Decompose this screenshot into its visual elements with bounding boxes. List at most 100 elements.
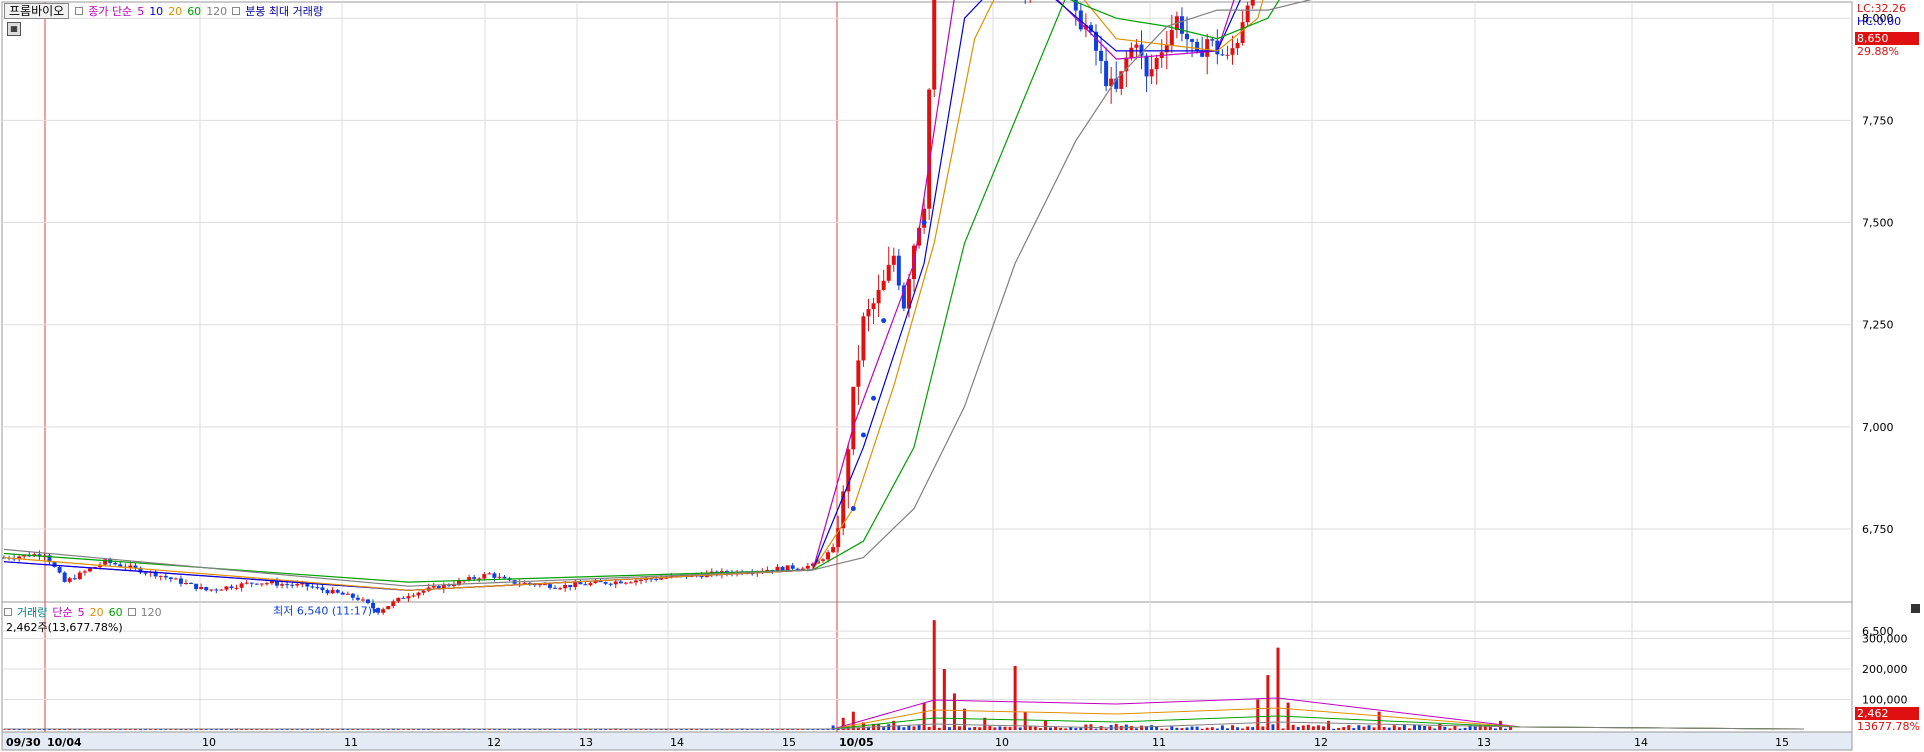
price-checkbox-icon[interactable] [75,7,84,15]
volume-spike-bar [932,620,936,730]
candle-body [143,572,148,574]
volume-bar [1251,727,1255,730]
volume-bar [973,726,977,730]
volume-bar [1003,726,1007,730]
candle-body [52,562,57,567]
volume-bar [1033,726,1037,730]
volume-bar [290,729,294,730]
change-pct-label: 29.88% [1857,45,1899,58]
x-tick-label: 11 [344,736,358,749]
volume-spike-bar [1327,720,1331,730]
x-tick-label: 10/04 [47,736,82,749]
x-tick-label: 12 [487,736,501,749]
candle-body [891,255,896,265]
volume-bar [1311,726,1315,730]
candle-body [72,578,77,580]
candle-body [295,583,300,586]
candle-body [113,562,118,565]
stock-name[interactable]: 프롬바이오 [4,3,70,19]
volume-bar [1190,726,1194,730]
volume-legend-item[interactable]: 거래량 [17,604,47,620]
volume-bar [1241,728,1245,730]
candle-body [639,579,643,581]
candle-body [310,586,315,588]
price-legend-item[interactable]: 60 [187,5,201,18]
volume-legend-item[interactable]: 120 [141,606,162,619]
panel-resize-button[interactable] [1911,604,1920,613]
price-legend-item[interactable]: 5 [137,5,144,18]
y-tick-label: 7,500 [1862,217,1894,230]
candle-body [1129,47,1134,58]
volume-bar [1352,728,1356,730]
price-legend-item[interactable]: 10 [149,5,163,18]
candle-body [1230,48,1235,55]
volume-legend-item[interactable]: 단순 [52,604,72,620]
grid-tool-icon[interactable]: ▦ [7,22,21,36]
volume-checkbox-icon[interactable] [127,608,136,616]
volume-bar [1064,728,1068,730]
candle-body [285,584,290,586]
candle-body [1149,69,1154,77]
volume-bar [179,729,183,730]
price-legend-item[interactable]: 20 [168,5,182,18]
x-tick-label: 15 [1775,736,1789,749]
price-legend-item[interactable]: 종가 단순 [88,3,132,19]
volume-bar [993,727,997,730]
candle-body [1185,33,1189,40]
volume-bar [1074,728,1078,730]
candle-body [1179,16,1184,34]
candle-body [350,593,355,598]
candle-body [416,592,421,596]
candle-body [1144,55,1149,77]
volume-bar [1059,727,1063,730]
candle-body [330,589,335,594]
volume-bar [1236,727,1240,730]
volume-bar [1291,724,1295,730]
volume-bar [1210,727,1214,730]
volume-legend-item[interactable]: 5 [78,606,85,619]
price-checkbox-icon[interactable] [232,7,241,15]
volume-legend-item[interactable]: 20 [90,606,104,619]
candle-body [558,588,563,590]
candle-body [300,583,305,585]
y-tick-label: 7,750 [1862,114,1894,127]
candle-body [87,568,92,572]
candle-body [613,581,618,585]
volume-bar [1175,727,1179,730]
y-tick-label: 6,750 [1862,523,1894,536]
volume-bar [1428,726,1432,730]
volume-bar [968,727,972,730]
volume-bar [1271,724,1275,730]
price-legend-item[interactable]: 분봉 최대 거래량 [245,3,323,19]
volume-info: 2,462주(13,677.78%) [6,621,123,634]
signal-dot [921,220,927,226]
volume-bar [1195,726,1199,730]
candle-body [133,565,138,568]
candle-body [1104,60,1109,87]
volume-bar [1129,725,1133,730]
x-tick-label: 15 [782,736,796,749]
volume-y-tick-label: 100,000 [1862,694,1908,707]
candle-body [623,582,628,584]
volume-y-tick-label: 200,000 [1862,663,1908,676]
volume-bar [543,729,547,730]
candle-body [886,264,891,281]
volume-y-tick-label: 300,000 [1862,633,1908,646]
volume-bar [1418,725,1422,730]
volume-bar [927,726,931,730]
candle-body [492,573,497,578]
volume-bar [882,727,886,730]
volume-checkbox-icon[interactable] [4,608,12,616]
candle-body [856,360,861,387]
candle-body [1134,44,1139,48]
candle-body [391,601,396,607]
candle-body [568,584,573,588]
candle-body [269,581,274,584]
volume-bar [1483,726,1487,730]
candle-body [876,289,881,304]
candle-body [335,589,340,593]
volume-legend-item[interactable]: 60 [109,606,123,619]
volume-bar [902,727,906,730]
volume-bar [1473,726,1477,730]
price-legend-item[interactable]: 120 [206,5,227,18]
